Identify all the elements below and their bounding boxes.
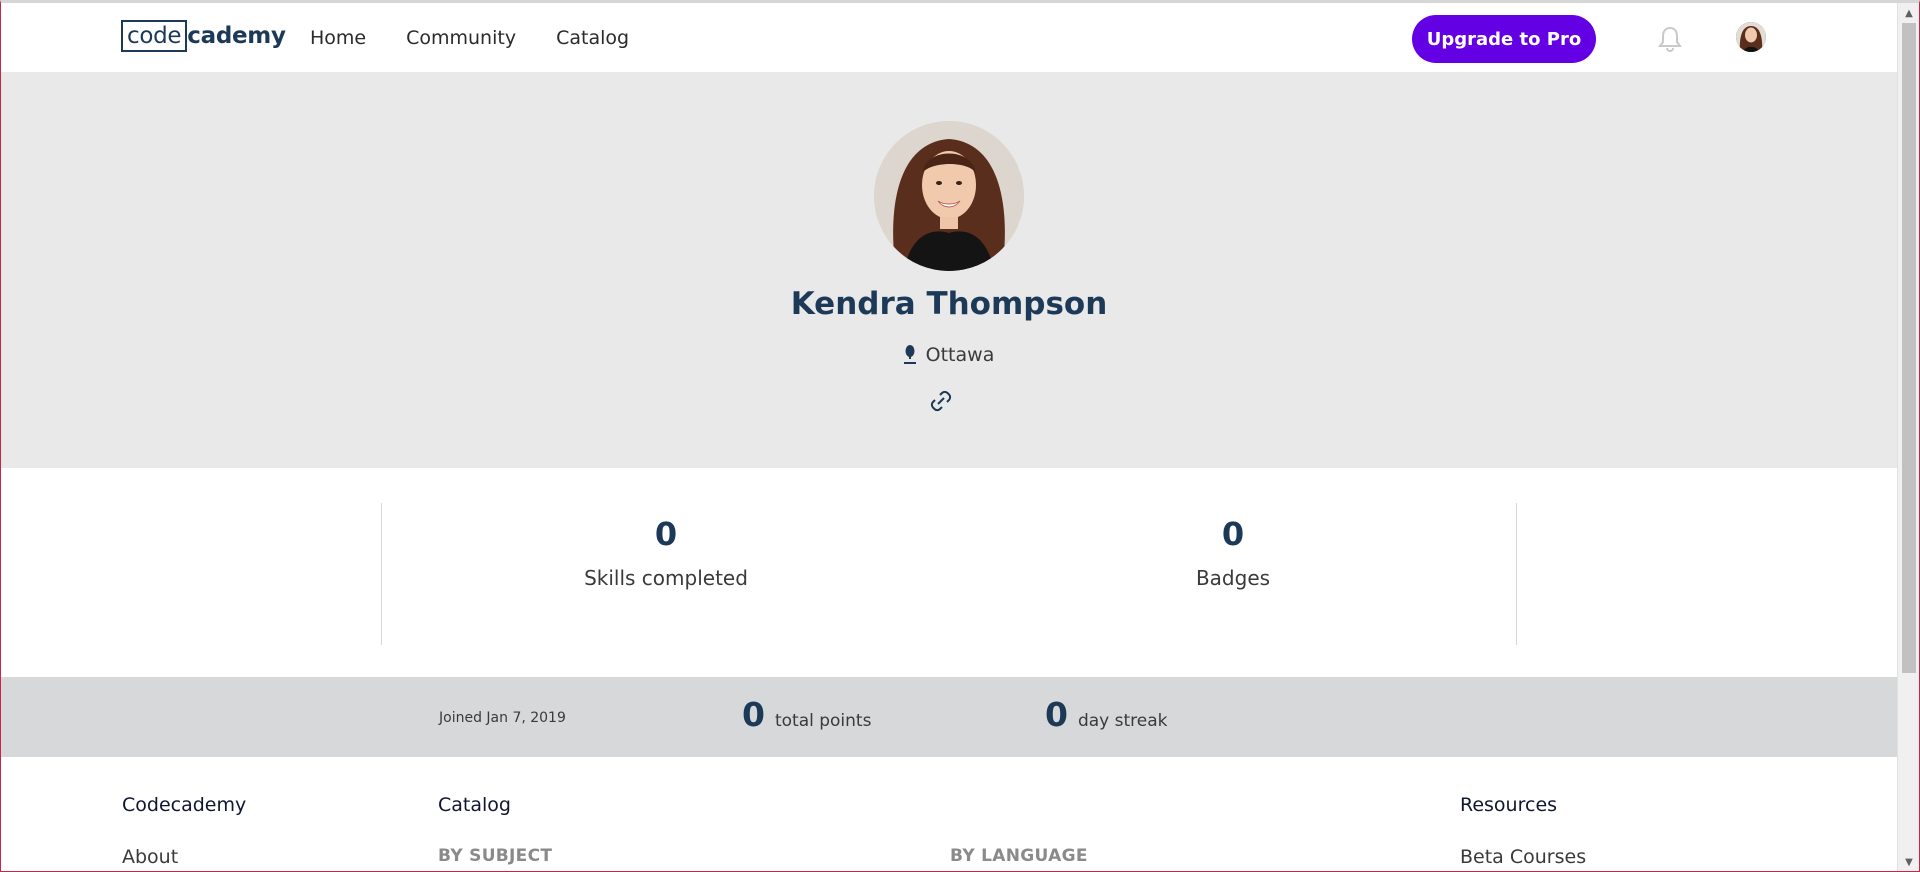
footer-catalog-title: Catalog: [438, 794, 511, 816]
location-text: Ottawa: [925, 344, 995, 366]
footer-by-language: BY LANGUAGE: [950, 846, 1088, 866]
scroll-up-arrow-icon[interactable]: ▲: [1898, 3, 1919, 23]
total-points-value: 0: [742, 695, 765, 734]
profile-meta-band: Joined Jan 7, 2019 0 total points 0 day …: [1, 677, 1897, 757]
profile-location: Ottawa: [1, 344, 1897, 366]
scroll-down-arrow-icon[interactable]: ▼: [1898, 852, 1919, 871]
footer-about-link[interactable]: About: [122, 846, 178, 868]
stats-divider-right: [1516, 503, 1517, 645]
map-pin-icon: [903, 345, 916, 365]
page-content: code cademy Home Community Catalog Upgrad…: [1, 3, 1897, 871]
logo-cademy-text: cademy: [187, 23, 286, 49]
profile-hero: Kendra Thompson Ottawa: [1, 72, 1897, 468]
codecademy-logo[interactable]: code cademy: [121, 19, 286, 53]
top-navbar: code cademy Home Community Catalog Upgrad…: [1, 3, 1897, 73]
day-streak: 0 day streak: [1045, 695, 1168, 734]
footer-codecademy-title: Codecademy: [122, 794, 247, 816]
joined-date: Joined Jan 7, 2019: [439, 710, 566, 726]
profile-stats: 0 Skills completed 0 Badges: [1, 468, 1897, 677]
stat-skills-completed: 0 Skills completed: [516, 514, 816, 590]
site-footer: Codecademy About Catalog BY SUBJECT BY L…: [1, 757, 1897, 871]
day-streak-label: day streak: [1077, 711, 1168, 731]
badges-value: 0: [1221, 515, 1245, 553]
badges-label: Badges: [1195, 566, 1271, 590]
vertical-scrollbar[interactable]: ▲ ▼: [1897, 3, 1919, 871]
main-nav: Home Community Catalog: [310, 3, 629, 72]
nav-catalog[interactable]: Catalog: [556, 27, 629, 49]
stat-badges: 0 Badges: [1083, 514, 1383, 590]
logo-code-box: code: [121, 20, 188, 52]
browser-viewport: code cademy Home Community Catalog Upgrad…: [0, 0, 1920, 872]
link-icon[interactable]: [930, 390, 952, 412]
footer-resources-title: Resources: [1460, 794, 1558, 816]
skills-completed-value: 0: [654, 515, 678, 553]
footer-by-subject: BY SUBJECT: [438, 846, 553, 866]
user-avatar-menu[interactable]: [1736, 22, 1766, 52]
total-points: 0 total points: [742, 695, 871, 734]
footer-beta-courses-link[interactable]: Beta Courses: [1460, 846, 1586, 868]
profile-name: Kendra Thompson: [790, 286, 1108, 322]
upgrade-to-pro-button[interactable]: Upgrade to Pro: [1412, 15, 1596, 63]
day-streak-value: 0: [1045, 695, 1068, 734]
scrollbar-thumb[interactable]: [1902, 23, 1916, 673]
stats-divider-left: [381, 503, 382, 645]
nav-community[interactable]: Community: [406, 27, 516, 49]
profile-avatar: [874, 121, 1024, 271]
total-points-label: total points: [774, 711, 872, 731]
nav-home[interactable]: Home: [310, 27, 366, 49]
notifications-bell-icon[interactable]: [1657, 25, 1683, 53]
skills-completed-label: Skills completed: [584, 566, 748, 590]
